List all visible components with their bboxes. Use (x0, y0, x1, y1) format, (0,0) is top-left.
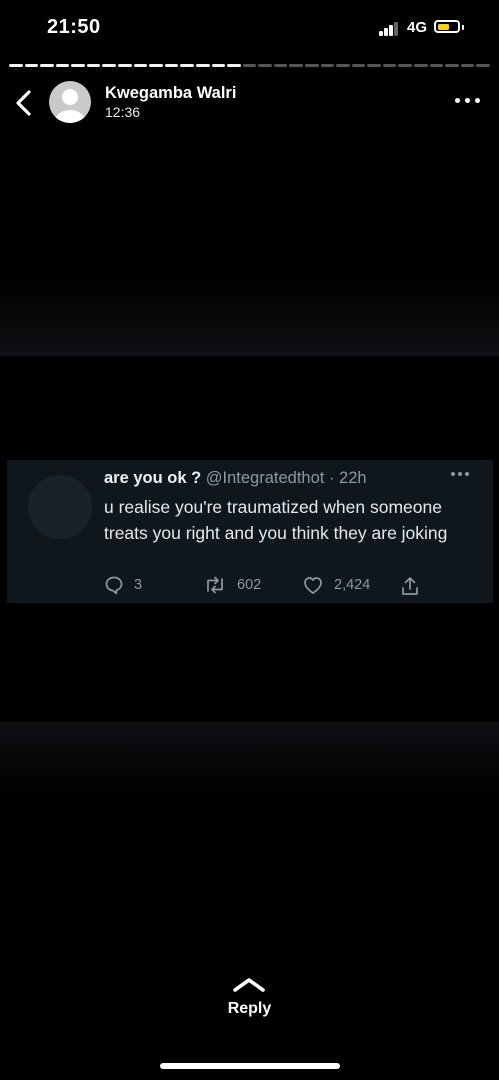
story-progress-segment (149, 64, 163, 67)
story-progress-segment (242, 64, 257, 67)
battery-level (437, 23, 449, 30)
story-progress-segment (195, 64, 210, 67)
tweet-likes: 2,424 (302, 575, 370, 595)
story-progress-bar (9, 64, 490, 68)
story-timestamp: 12:36 (105, 104, 141, 120)
story-progress-segment (24, 64, 39, 67)
tweet-handle-time: @Integratedthot · 22h (201, 469, 367, 487)
story-progress-segment (9, 64, 23, 67)
more-dot (475, 98, 480, 103)
tweet-actions: 3 602 2,424 (104, 575, 434, 599)
reply-label: Reply (227, 1000, 272, 1017)
story-progress-segment (71, 64, 85, 67)
tweet-avatar (28, 475, 92, 539)
tweet-replies: 3 (104, 575, 142, 595)
story-progress-segment (258, 64, 272, 67)
story-progress-segment (164, 64, 179, 67)
story-progress-segment (180, 64, 194, 67)
heart-icon (304, 577, 322, 594)
story-progress-segment (55, 64, 70, 67)
story-progress-segment (289, 64, 303, 67)
chevron-up-icon (233, 978, 265, 992)
tweet-header: are you ok ? @Integratedthot · 22h (104, 469, 367, 488)
more-dots-icon (455, 98, 460, 103)
story-progress-segment (445, 64, 459, 67)
background-glow-bottom (0, 722, 499, 792)
tweet-screenshot: are you ok ? @Integratedthot · 22h u rea… (7, 460, 493, 603)
story-progress-segment (304, 64, 319, 67)
battery-cap (462, 25, 464, 30)
network-type: 4G (407, 19, 428, 36)
story-progress-segment (398, 64, 413, 67)
status-time: 21:50 (47, 16, 101, 38)
story-progress-segment (351, 64, 366, 67)
story-progress-segment (133, 64, 148, 67)
story-progress-segment (336, 64, 350, 67)
person-placeholder-icon (55, 89, 85, 123)
tweet-share (400, 575, 420, 597)
story-progress-segment (102, 64, 117, 67)
more-dot (465, 98, 470, 103)
tweet-display-name: are you ok ? (104, 469, 202, 487)
battery-icon (434, 20, 460, 33)
share-icon (402, 577, 418, 595)
story-progress-segment (414, 64, 428, 67)
background-glow-top (0, 280, 499, 356)
story-progress-segment (367, 64, 381, 67)
story-progress-segment (273, 64, 288, 67)
retweet-count: 602 (237, 577, 262, 593)
back-button[interactable] (12, 86, 36, 120)
story-progress-segment (227, 64, 241, 67)
reply-count: 3 (134, 577, 143, 593)
story-progress-segment (86, 64, 101, 67)
tweet-retweets: 602 (203, 575, 261, 595)
story-progress-segment (429, 64, 444, 67)
story-header: Kwegamba Walri 12:36 (0, 76, 499, 128)
status-bar: 21:50 4G (0, 0, 499, 56)
more-options-button[interactable] (455, 98, 481, 104)
tweet-text: u realise you're traumatized when someon… (104, 497, 448, 543)
chevron-left-icon (16, 90, 31, 116)
story-progress-segment (476, 64, 490, 67)
like-count: 2,424 (334, 577, 371, 593)
home-indicator[interactable] (160, 1063, 340, 1069)
reply-icon (105, 576, 123, 595)
story-progress-segment (118, 64, 132, 67)
story-progress-segment (40, 64, 54, 67)
story-progress-segment (211, 64, 226, 67)
signal-bars-icon (379, 22, 401, 36)
tweet-more-icon (451, 472, 471, 478)
story-progress-segment (460, 64, 475, 67)
reply-button[interactable]: Reply (0, 970, 499, 1030)
avatar[interactable] (49, 81, 91, 123)
contact-name[interactable]: Kwegamba Walri (105, 84, 236, 103)
retweet-icon (207, 576, 223, 594)
story-progress-segment (320, 64, 335, 67)
story-progress-segment (382, 64, 397, 67)
